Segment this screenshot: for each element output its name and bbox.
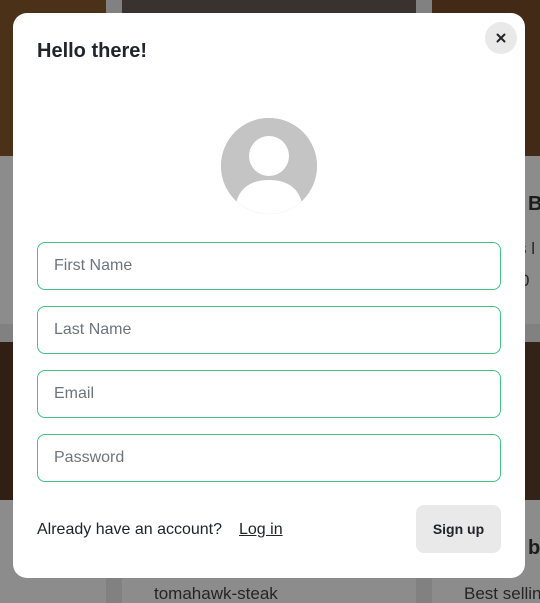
close-icon [496, 33, 506, 43]
avatar [221, 118, 317, 214]
password-input[interactable] [37, 434, 501, 482]
signup-modal: Hello there! Already have an account? Lo… [13, 13, 525, 578]
login-prompt: Already have an account? [37, 521, 223, 538]
user-avatar-icon [221, 118, 317, 214]
first-name-input[interactable] [37, 242, 501, 290]
last-name-input[interactable] [37, 306, 501, 354]
close-button[interactable] [485, 22, 517, 54]
login-link[interactable]: Log in [239, 521, 283, 539]
modal-title: Hello there! [37, 40, 148, 62]
email-input[interactable] [37, 370, 501, 418]
signup-button[interactable]: Sign up [416, 505, 501, 553]
